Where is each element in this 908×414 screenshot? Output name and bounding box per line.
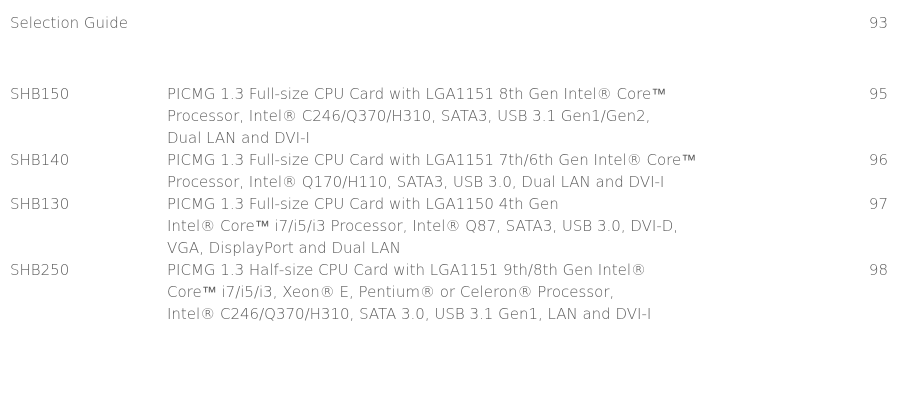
description-line: Processor, Intel® C246/Q370/H310, SATA3,… [167, 107, 651, 125]
description-line: Intel® Core™ i7/i5/i3 Processor, Intel® … [167, 217, 679, 235]
product-list: SHB150 PICMG 1.3 Full-size CPU Card with… [10, 83, 898, 325]
description-line: Dual LAN and DVI-I [167, 129, 310, 147]
section-title: Selection Guide [10, 14, 128, 32]
product-page-number: 98 [868, 261, 888, 279]
product-model: SHB250 [10, 261, 70, 279]
section-header: Selection Guide 93 [10, 12, 898, 34]
section-page-number: 93 [868, 14, 888, 32]
product-entry-shb150[interactable]: SHB150 PICMG 1.3 Full-size CPU Card with… [10, 83, 898, 149]
description-line: PICMG 1.3 Full-size CPU Card with LGA115… [167, 85, 667, 103]
product-description: PICMG 1.3 Full-size CPU Card with LGA115… [167, 83, 807, 149]
description-line: PICMG 1.3 Full-size CPU Card with LGA115… [167, 195, 559, 213]
product-model: SHB140 [10, 151, 70, 169]
product-entry-shb250[interactable]: SHB250 PICMG 1.3 Half-size CPU Card with… [10, 259, 898, 325]
product-page-number: 95 [868, 85, 888, 103]
product-description: PICMG 1.3 Half-size CPU Card with LGA115… [167, 259, 807, 325]
product-description: PICMG 1.3 Full-size CPU Card with LGA115… [167, 149, 807, 193]
product-entry-shb140[interactable]: SHB140 PICMG 1.3 Full-size CPU Card with… [10, 149, 898, 193]
product-page-number: 96 [868, 151, 888, 169]
description-line: PICMG 1.3 Full-size CPU Card with LGA115… [167, 151, 697, 169]
description-line: Intel® C246/Q370/H310, SATA 3.0, USB 3.1… [167, 305, 652, 323]
product-entry-shb130[interactable]: SHB130 PICMG 1.3 Full-size CPU Card with… [10, 193, 898, 259]
description-line: Core™ i7/i5/i3, Xeon® E, Pentium® or Cel… [167, 283, 615, 301]
description-line: PICMG 1.3 Half-size CPU Card with LGA115… [167, 261, 647, 279]
description-line: VGA, DisplayPort and Dual LAN [167, 239, 401, 257]
description-line: Processor, Intel® Q170/H110, SATA3, USB … [167, 173, 665, 191]
product-model: SHB150 [10, 85, 70, 103]
product-description: PICMG 1.3 Full-size CPU Card with LGA115… [167, 193, 807, 259]
product-page-number: 97 [868, 195, 888, 213]
product-model: SHB130 [10, 195, 70, 213]
